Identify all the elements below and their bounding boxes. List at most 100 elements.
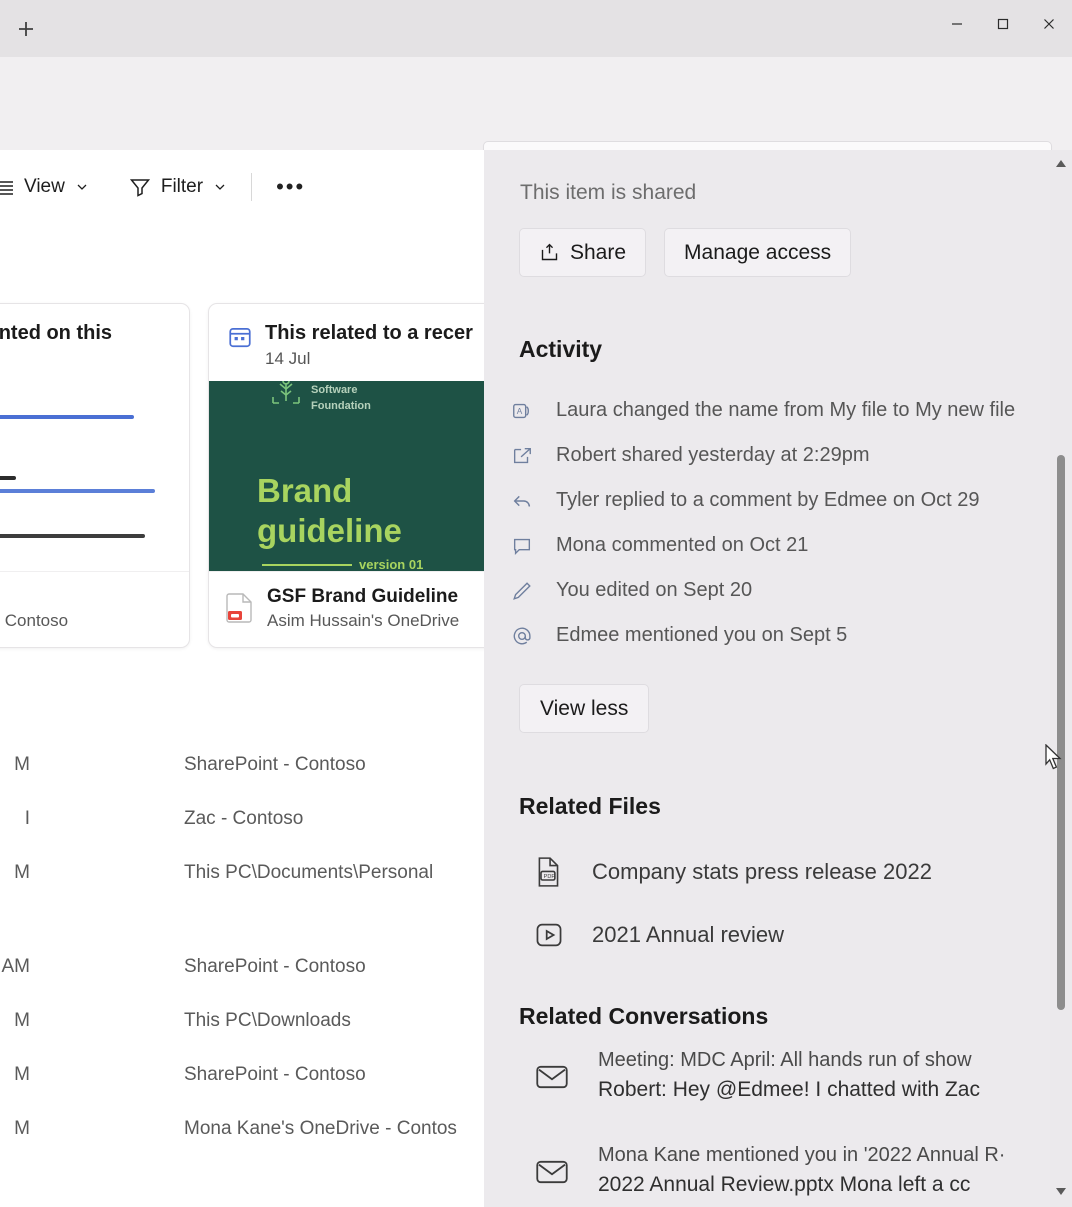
card-file-name: GSF Brand Guideline — [267, 586, 459, 608]
comment-icon — [508, 535, 536, 557]
card-footer: GSF Brand Guideline Asim Hussain's OneDr… — [209, 571, 484, 647]
mention-icon — [508, 625, 536, 647]
card-file-name: tes — [0, 586, 68, 608]
activity-item[interactable]: Tyler replied to a comment by Edmee on O… — [508, 478, 1048, 523]
conversation-text: Mona Kane mentioned you in '2022 Annual … — [598, 1140, 1005, 1200]
card-header-text: mmented on this PM — [0, 322, 112, 369]
window-controls — [934, 0, 1072, 57]
card-footer-text: GSF Brand Guideline Asim Hussain's OneDr… — [267, 586, 459, 631]
share-icon — [508, 445, 536, 467]
view-less-button[interactable]: View less — [519, 684, 649, 733]
card-file-location: Asim Hussain's OneDrive — [267, 611, 459, 631]
activity-item[interactable]: Edmee mentioned you on Sept 5 — [508, 613, 1048, 658]
minimize-button[interactable] — [934, 0, 980, 48]
activity-item[interactable]: A Laura changed the name from My file to… — [508, 388, 1048, 433]
view-button[interactable]: View — [0, 168, 99, 206]
filter-button[interactable]: Filter — [119, 168, 237, 206]
file-location: SharePoint - Contoso — [184, 754, 366, 776]
reply-icon — [508, 490, 536, 512]
title-bar — [0, 0, 1072, 57]
activity-text: Tyler replied to a comment by Edmee on O… — [556, 489, 980, 512]
insight-cards: mmented on this PM tes Drive — [0, 303, 484, 648]
chevron-down-icon — [74, 179, 90, 195]
related-conversations-title: Related Conversations — [519, 1003, 768, 1030]
related-files-title: Related Files — [519, 793, 661, 820]
file-location: SharePoint - Contoso — [184, 1064, 366, 1086]
scroll-down-arrow-icon[interactable] — [1050, 1179, 1072, 1203]
file-time: I — [0, 808, 30, 830]
file-row[interactable]: I Zac - Contoso — [0, 794, 484, 848]
close-button[interactable] — [1026, 0, 1072, 48]
activity-text: Mona commented on Oct 21 — [556, 534, 808, 557]
card-header: mmented on this PM — [0, 304, 189, 381]
conversation-item[interactable]: Meeting: MDC April: All hands run of sho… — [532, 1045, 1062, 1140]
rename-icon: A — [508, 400, 536, 422]
view-label: View — [24, 176, 65, 198]
file-row[interactable]: M This PC\Documents\Personal — [0, 848, 484, 902]
file-row[interactable]: AM SharePoint - Contoso — [0, 942, 484, 996]
details-pane-scrollbar[interactable] — [1050, 150, 1072, 1207]
activity-list: A Laura changed the name from My file to… — [508, 388, 1048, 658]
mail-icon — [532, 1158, 572, 1186]
activity-item[interactable]: You edited on Sept 20 — [508, 568, 1048, 613]
scroll-up-arrow-icon[interactable] — [1050, 152, 1072, 176]
list-view-icon — [0, 177, 15, 197]
file-time: M — [0, 754, 30, 776]
activity-item[interactable]: Robert shared yesterday at 2:29pm — [508, 433, 1048, 478]
card-subtitle: PM — [0, 349, 112, 369]
card-thumbnail — [0, 381, 189, 571]
shared-status-label: This item is shared — [520, 181, 696, 205]
file-location: SharePoint - Contoso — [184, 956, 366, 978]
file-browser-main: View Filter ••• — [0, 150, 484, 1207]
share-button-label: Share — [570, 241, 626, 265]
pencil-icon — [508, 580, 536, 602]
funnel-icon — [128, 175, 152, 199]
chevron-down-icon — [212, 179, 228, 195]
pdf-icon: PDF — [532, 856, 566, 888]
insight-card[interactable]: This related to a recer 14 Jul Green — [208, 303, 484, 648]
scrollbar-thumb[interactable] — [1057, 455, 1065, 1010]
new-tab-button[interactable] — [2, 9, 50, 49]
app-window: View Filter ••• — [0, 0, 1072, 1207]
conversation-preview: 2022 Annual Review.pptx Mona left a cc — [598, 1170, 1005, 1200]
file-time: M — [0, 1064, 30, 1086]
file-location: This PC\Downloads — [184, 1010, 351, 1032]
conversation-subject: Meeting: MDC April: All hands run of sho… — [598, 1045, 980, 1075]
activity-text: Laura changed the name from My file to M… — [556, 399, 1015, 422]
file-row[interactable]: M This PC\Downloads — [0, 996, 484, 1050]
card-title: This related to a recer — [265, 322, 473, 344]
conversation-item[interactable]: Mona Kane mentioned you in '2022 Annual … — [532, 1140, 1062, 1207]
svg-text:A: A — [517, 407, 523, 416]
file-row[interactable]: M SharePoint - Contoso — [0, 740, 484, 794]
file-row[interactable]: M Mona Kane's OneDrive - Contos — [0, 1104, 484, 1158]
related-conversations-list: Meeting: MDC April: All hands run of sho… — [532, 1045, 1062, 1207]
activity-item[interactable]: Mona commented on Oct 21 — [508, 523, 1048, 568]
gsf-logo-text: Green Software Foundation — [311, 381, 371, 415]
thumb-heading-line1: Brand — [257, 471, 402, 511]
related-file-name: 2021 Annual review — [592, 922, 784, 948]
details-pane: This item is shared Share Manage access … — [484, 150, 1072, 1207]
related-file-item[interactable]: PDF Company stats press release 2022 — [532, 840, 1052, 903]
command-bar — [0, 57, 1072, 150]
card-footer: tes Drive - Contoso — [0, 571, 189, 647]
related-file-item[interactable]: 2021 Annual review — [532, 903, 1052, 966]
view-less-wrapper: View less — [519, 684, 649, 733]
file-row[interactable]: M SharePoint - Contoso — [0, 1050, 484, 1104]
card-header: This related to a recer 14 Jul — [209, 304, 484, 381]
more-options-button[interactable]: ••• — [266, 174, 315, 200]
card-title: mmented on this — [0, 322, 112, 344]
card-subtitle: 14 Jul — [265, 349, 473, 369]
file-time: M — [0, 862, 30, 884]
video-icon — [532, 920, 566, 950]
calendar-icon — [227, 324, 253, 355]
share-button[interactable]: Share — [519, 228, 646, 277]
card-footer-text: tes Drive - Contoso — [0, 586, 68, 631]
card-thumbnail: Green Software Foundation Brand guidelin… — [209, 381, 484, 571]
maximize-button[interactable] — [980, 0, 1026, 48]
thumb-heading-line2: guideline — [257, 511, 402, 551]
insight-card[interactable]: mmented on this PM tes Drive — [0, 303, 190, 648]
file-location: This PC\Documents\Personal — [184, 862, 433, 884]
manage-access-button[interactable]: Manage access — [664, 228, 851, 277]
conversation-subject: Mona Kane mentioned you in '2022 Annual … — [598, 1140, 1005, 1170]
svg-text:PDF: PDF — [544, 873, 556, 879]
